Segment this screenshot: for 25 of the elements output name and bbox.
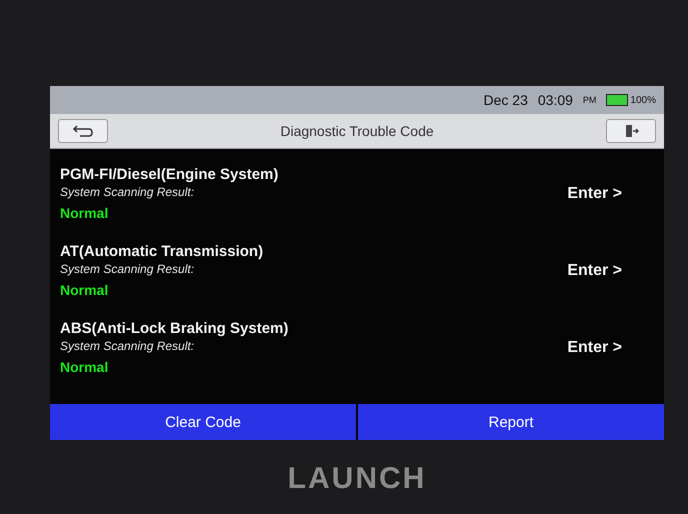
date-text: Dec 23	[484, 92, 528, 108]
report-button[interactable]: Report	[358, 404, 664, 440]
scan-result-label: System Scanning Result:	[60, 262, 196, 276]
system-name: ABS(Anti-Lock Braking System)	[60, 320, 288, 337]
system-name: AT(Automatic Transmission)	[60, 243, 264, 260]
exit-icon	[623, 123, 639, 139]
meridiem-text: PM	[582, 95, 596, 105]
system-name: PGM-FI/Diesel(Engine System)	[60, 166, 278, 183]
clear-code-button[interactable]: Clear Code	[50, 404, 356, 440]
enter-link[interactable]: Enter >	[567, 184, 622, 202]
enter-link[interactable]: Enter >	[567, 338, 622, 356]
back-arrow-icon	[72, 124, 94, 138]
battery-text: 100%	[630, 94, 656, 106]
time-text: 03:09	[538, 92, 573, 108]
enter-link[interactable]: Enter >	[567, 262, 622, 280]
brand-logo: LAUNCH	[288, 462, 426, 496]
scan-result-label: System Scanning Result:	[60, 339, 196, 353]
scan-result: Normal	[60, 282, 110, 298]
scan-result-label: System Scanning Result:	[60, 185, 196, 199]
scan-result: Normal	[60, 205, 110, 221]
window-title: Diagnostic Trouble Code	[280, 123, 434, 139]
back-button[interactable]	[58, 119, 108, 143]
scan-result: Normal	[60, 359, 110, 375]
battery-icon	[606, 94, 628, 106]
exit-button[interactable]	[606, 119, 656, 143]
